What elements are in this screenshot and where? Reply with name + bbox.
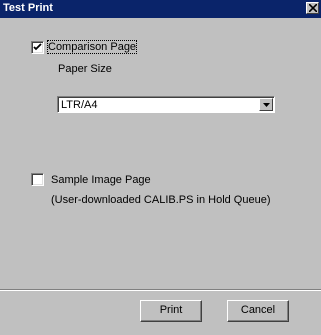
divider	[0, 289, 321, 291]
comparison-page-label[interactable]: Comparison Page	[46, 40, 138, 54]
dialog-content: Comparison Page Paper Size LTR/A4 Sample…	[0, 18, 321, 289]
paper-size-select[interactable]: LTR/A4	[57, 96, 275, 113]
paper-size-value: LTR/A4	[61, 99, 98, 111]
print-button[interactable]: Print	[140, 300, 202, 322]
sample-image-page-checkbox[interactable]	[31, 173, 44, 186]
sample-image-page-label[interactable]: Sample Image Page	[51, 174, 151, 186]
paper-size-dropdown-button[interactable]	[259, 98, 273, 111]
close-button[interactable]	[306, 2, 319, 14]
sample-image-note: (User-downloaded CALIB.PS in Hold Queue)	[51, 194, 271, 206]
test-print-dialog: Test Print Comparison Page Paper Size LT…	[0, 0, 321, 335]
cancel-button[interactable]: Cancel	[227, 300, 289, 322]
checkmark-icon	[33, 43, 42, 51]
paper-size-label: Paper Size	[58, 63, 112, 75]
window-title: Test Print	[3, 2, 53, 14]
comparison-page-checkbox[interactable]	[31, 41, 44, 54]
chevron-down-icon	[263, 103, 270, 107]
title-bar: Test Print	[0, 0, 321, 18]
close-icon	[309, 4, 317, 12]
